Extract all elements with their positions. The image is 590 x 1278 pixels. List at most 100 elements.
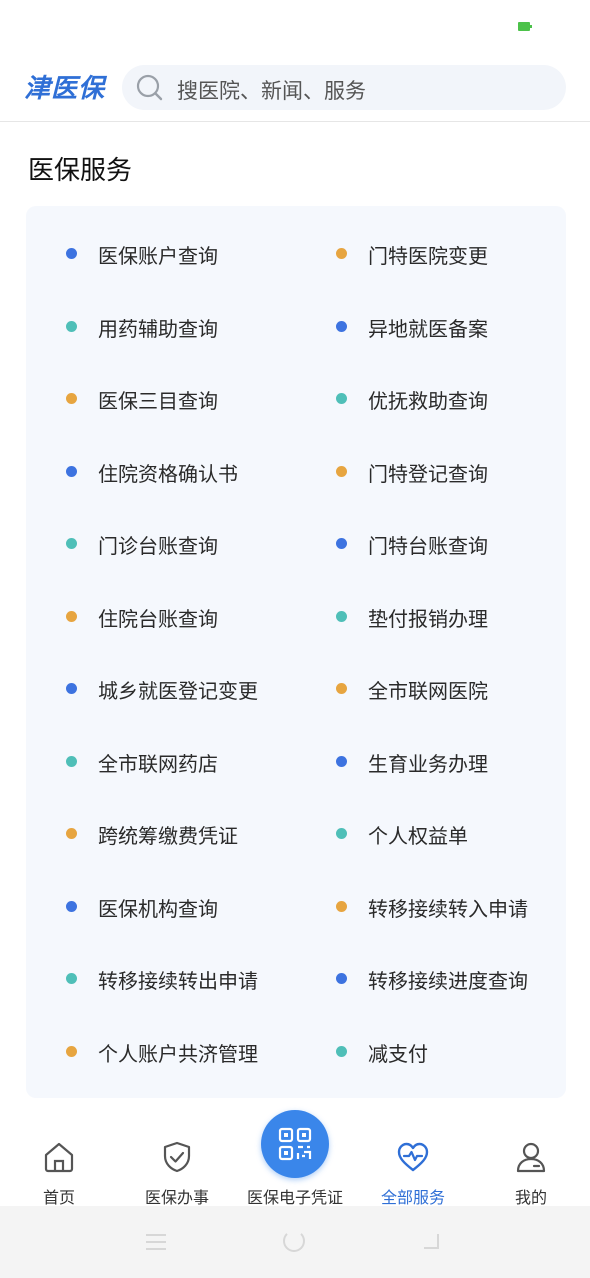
bullet-dot-icon <box>66 755 77 767</box>
service-item[interactable]: 垫付报销办理 <box>296 581 566 654</box>
tab-mine-label: 我的 <box>514 1188 547 1207</box>
service-item[interactable]: 医保账户查询 <box>26 218 296 291</box>
bullet-dot-icon <box>66 465 77 477</box>
bullet-dot-icon <box>66 538 77 549</box>
service-item-label: 减支付 <box>368 1041 428 1066</box>
user-icon <box>516 1142 546 1173</box>
bullet-dot-icon <box>336 465 347 477</box>
heart-pulse-icon <box>397 1142 429 1172</box>
service-item-label: 门特台账查询 <box>368 534 488 558</box>
bullet-dot-icon <box>336 1045 347 1057</box>
service-item-label: 异地就医备案 <box>368 316 488 341</box>
bullet-dot-icon <box>336 393 347 404</box>
service-item[interactable]: 生育业务办理 <box>296 726 566 799</box>
service-item-label: 转移接续进度查询 <box>368 969 528 993</box>
bullet-dot-icon <box>336 320 347 332</box>
service-item-label: 优抚救助查询 <box>368 389 488 413</box>
services-grid: 医保账户查询 门特医院变更用药辅助查询 异地就医备案医保三目查询 优抚救助查询住院资格… <box>26 218 566 1088</box>
service-item[interactable]: 跨统筹缴费凭证 <box>26 798 296 871</box>
service-item-label: 门诊台账查询 <box>98 534 218 558</box>
service-item[interactable]: 优抚救助查询 <box>296 363 566 436</box>
service-item-label: 个人账户共济管理 <box>98 1041 258 1066</box>
app-logo: 津医保 <box>24 74 106 104</box>
bullet-dot-icon <box>336 828 347 839</box>
bullet-dot-icon <box>66 828 77 839</box>
bullet-dot-icon <box>336 683 347 694</box>
bullet-dot-icon <box>336 610 347 622</box>
service-item[interactable]: 个人权益单 <box>296 798 566 871</box>
service-item[interactable]: 用药辅助查询 <box>26 291 296 364</box>
service-item[interactable]: 门诊台账查询 <box>26 508 296 581</box>
battery-icon <box>518 22 532 31</box>
service-item[interactable]: 医保机构查询 <box>26 871 296 944</box>
service-item-label: 门特登记查询 <box>368 461 488 486</box>
service-item[interactable]: 门特台账查询 <box>296 508 566 581</box>
tab-affairs-label: 医保办事 <box>144 1188 209 1207</box>
system-navbar <box>0 1206 590 1278</box>
menu-icon[interactable] <box>146 1234 166 1250</box>
service-item-label: 城乡就医登记变更 <box>98 679 258 703</box>
service-item[interactable]: 转移接续转入申请 <box>296 871 566 944</box>
bullet-dot-icon <box>66 393 77 404</box>
voucher-button[interactable] <box>261 1110 329 1178</box>
service-item-label: 医保账户查询 <box>98 244 218 268</box>
bullet-dot-icon <box>66 900 77 912</box>
bullet-dot-icon <box>66 610 77 622</box>
service-item[interactable]: 门特登记查询 <box>296 436 566 509</box>
service-item[interactable]: 转移接续进度查询 <box>296 943 566 1016</box>
bullet-dot-icon <box>336 538 347 549</box>
shield-check-icon <box>163 1141 191 1173</box>
service-item-label: 转移接续转入申请 <box>368 896 528 921</box>
service-item[interactable]: 全市联网药店 <box>26 726 296 799</box>
service-item[interactable]: 转移接续转出申请 <box>26 943 296 1016</box>
tab-home[interactable]: 首页 <box>0 1106 118 1207</box>
service-item-label: 用药辅助查询 <box>98 316 218 341</box>
qr-code-icon <box>278 1127 312 1161</box>
service-item-label: 住院台账查询 <box>98 606 218 631</box>
bullet-dot-icon <box>66 320 77 332</box>
service-item-label: 个人权益单 <box>368 824 468 848</box>
service-item[interactable]: 门特医院变更 <box>296 218 566 291</box>
back-triangle-icon[interactable] <box>422 1232 440 1250</box>
tab-voucher-label[interactable]: 医保电子凭证 <box>236 1184 354 1208</box>
section-title: 医保服务 <box>28 156 133 186</box>
tab-all-services-label: 全部服务 <box>380 1188 445 1207</box>
bullet-dot-icon <box>336 755 347 767</box>
search-placeholder: 搜医院、新闻、服务 <box>177 79 366 103</box>
service-item-label: 医保三目查询 <box>98 389 218 413</box>
tab-home-label: 首页 <box>42 1188 75 1207</box>
service-item-label: 门特医院变更 <box>368 244 488 268</box>
service-item-label: 全市联网医院 <box>368 679 488 703</box>
service-item-label: 垫付报销办理 <box>368 606 488 631</box>
service-item[interactable]: 全市联网医院 <box>296 653 566 726</box>
bullet-dot-icon <box>336 900 347 912</box>
home-circle-icon[interactable] <box>283 1230 305 1252</box>
bullet-dot-icon <box>66 248 77 259</box>
service-item-label: 住院资格确认书 <box>98 461 238 486</box>
service-item[interactable]: 医保三目查询 <box>26 363 296 436</box>
service-item[interactable]: 个人账户共济管理 <box>26 1016 296 1089</box>
service-item[interactable]: 城乡就医登记变更 <box>26 653 296 726</box>
bottom-tabbar: 首页 医保办事 医保电子凭证 全部服务 我的 <box>0 1106 590 1208</box>
tab-all-services[interactable]: 全部服务 <box>354 1106 472 1207</box>
search-input[interactable]: 搜医院、新闻、服务 <box>122 65 566 110</box>
service-item[interactable]: 异地就医备案 <box>296 291 566 364</box>
service-item-label: 生育业务办理 <box>368 751 488 776</box>
home-icon <box>44 1142 74 1173</box>
bullet-dot-icon <box>336 973 347 984</box>
service-item-label: 跨统筹缴费凭证 <box>98 824 238 848</box>
service-item-label: 医保机构查询 <box>98 896 218 921</box>
tab-affairs[interactable]: 医保办事 <box>118 1106 236 1207</box>
service-item-label: 全市联网药店 <box>98 751 218 776</box>
bullet-dot-icon <box>336 248 347 259</box>
tab-mine[interactable]: 我的 <box>472 1106 590 1207</box>
status-bar <box>0 0 590 56</box>
header: 津医保 搜医院、新闻、服务 <box>0 56 590 122</box>
service-item[interactable]: 住院台账查询 <box>26 581 296 654</box>
bullet-dot-icon <box>66 973 77 984</box>
service-item[interactable]: 减支付 <box>296 1016 566 1089</box>
search-icon <box>136 74 163 101</box>
service-item[interactable]: 住院资格确认书 <box>26 436 296 509</box>
services-panel: 医保账户查询 门特医院变更用药辅助查询 异地就医备案医保三目查询 优抚救助查询住院资格… <box>26 206 566 1098</box>
bullet-dot-icon <box>66 1045 77 1057</box>
